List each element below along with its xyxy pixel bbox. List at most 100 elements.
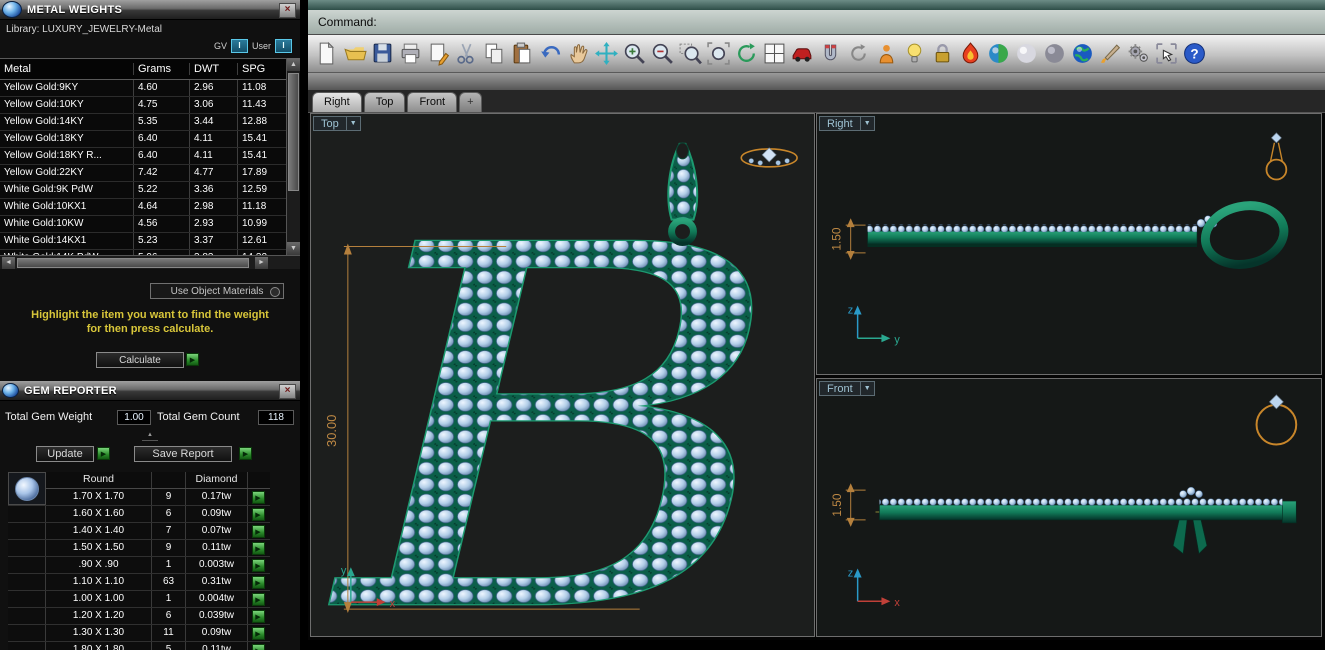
selection-target-icon[interactable] [1154, 41, 1179, 66]
open-file-icon[interactable] [342, 41, 367, 66]
scroll-left-icon[interactable]: ◄ [2, 257, 15, 269]
gem-row-detail-button[interactable]: ▶ [251, 559, 265, 572]
gem-row-detail-button[interactable]: ▶ [251, 610, 265, 623]
orange-figure-icon[interactable] [874, 41, 899, 66]
brush-icon[interactable] [1098, 41, 1123, 66]
viewport-top-label[interactable]: Top [313, 116, 347, 131]
metal-table-horizontal-scrollbar[interactable]: ◄ ► [0, 255, 300, 269]
viewport-right-label[interactable]: Right [819, 116, 861, 131]
update-arrow-button[interactable]: ▶ [97, 447, 110, 460]
help-icon[interactable]: ? [1182, 41, 1207, 66]
gem-table-row[interactable]: 1.00 X 1.00 1 0.004tw ▶ [8, 591, 270, 608]
gem-row-detail-button[interactable]: ▶ [251, 576, 265, 589]
gem-row-detail-button[interactable]: ▶ [251, 542, 265, 555]
metal-table-row[interactable]: White Gold:9K PdW 5.22 3.36 12.59 [0, 182, 286, 199]
chevron-down-icon[interactable]: ▼ [860, 116, 875, 131]
panel-collapse-handle[interactable]: ▲ [142, 431, 158, 441]
metal-table-row[interactable]: White Gold:10KW 4.56 2.93 10.99 [0, 216, 286, 233]
gem-row-detail-button[interactable]: ▶ [251, 525, 265, 538]
viewport-right[interactable]: Right ▼ 1.50 z y [816, 113, 1322, 375]
gem-table-row[interactable]: .90 X .90 1 0.003tw ▶ [8, 557, 270, 574]
new-file-icon[interactable] [314, 41, 339, 66]
gem-table-row[interactable]: 1.70 X 1.70 9 0.17tw ▶ [8, 489, 270, 506]
material-sphere-icon[interactable] [986, 41, 1011, 66]
metal-table-vertical-scrollbar[interactable]: ▲ ▼ [286, 58, 300, 255]
pendant-letter-b[interactable]: B [328, 141, 787, 636]
earth-icon[interactable] [1070, 41, 1095, 66]
pendant-front-side-view[interactable] [875, 486, 1297, 555]
gem-row-detail-button[interactable]: ▶ [251, 627, 265, 640]
gem-row-detail-button[interactable]: ▶ [251, 508, 265, 521]
zoom-window-icon[interactable] [678, 41, 703, 66]
metal-table-row[interactable]: Yellow Gold:14KY 5.35 3.44 12.88 [0, 114, 286, 131]
update-button[interactable]: Update [36, 446, 94, 462]
pendant-side-view[interactable] [867, 199, 1290, 272]
paste-icon[interactable] [510, 41, 535, 66]
chevron-down-icon[interactable]: ▼ [860, 381, 875, 396]
scroll-down-icon[interactable]: ▼ [287, 242, 300, 255]
gears-icon[interactable] [1126, 41, 1151, 66]
metal-table-row[interactable]: Yellow Gold:18KY 6.40 4.11 15.41 [0, 131, 286, 148]
gem-table-row[interactable]: 1.40 X 1.40 7 0.07tw ▶ [8, 523, 270, 540]
red-car-icon[interactable] [790, 41, 815, 66]
add-viewport-tab-button[interactable]: + [459, 92, 482, 112]
gem-row-detail-button[interactable]: ▶ [251, 593, 265, 606]
metal-column-header-dwt[interactable]: DWT [190, 63, 238, 75]
right-viewport-canvas[interactable]: 1.50 z y [817, 114, 1321, 374]
pan-icon[interactable] [566, 41, 591, 66]
undo-icon[interactable] [538, 41, 563, 66]
gem-table-row[interactable]: 1.50 X 1.50 9 0.11tw ▶ [8, 540, 270, 557]
light-bulb-icon[interactable] [902, 41, 927, 66]
copy-icon[interactable] [482, 41, 507, 66]
scrollbar-thumb[interactable] [17, 258, 249, 268]
metal-column-header-grams[interactable]: Grams [134, 63, 190, 75]
gem-row-detail-button[interactable]: ▶ [251, 491, 265, 504]
move-icon[interactable] [594, 41, 619, 66]
gem-preview-thumbnail[interactable] [8, 472, 46, 505]
scrollbar-thumb[interactable] [288, 73, 299, 191]
save-icon[interactable] [370, 41, 395, 66]
scroll-right-icon[interactable]: ► [255, 257, 268, 269]
viewport-top[interactable]: Top ▼ B 30.00 y x [310, 113, 815, 637]
gem-reporter-header[interactable]: GEM REPORTER [0, 381, 300, 401]
gem-table-row[interactable]: 1.10 X 1.10 63 0.31tw ▶ [8, 574, 270, 591]
print-icon[interactable] [398, 41, 423, 66]
magnet-icon[interactable] [818, 41, 843, 66]
metal-column-header-metal[interactable]: Metal [0, 63, 134, 75]
metal-table-row[interactable]: Yellow Gold:10KY 4.75 3.06 11.43 [0, 97, 286, 114]
zoom-dynamic-icon[interactable] [650, 41, 675, 66]
metal-table-row[interactable]: White Gold:10KX1 4.64 2.98 11.18 [0, 199, 286, 216]
gem-row-detail-button[interactable]: ▶ [251, 644, 265, 650]
viewport-front[interactable]: Front ▼ 1.50 z x [816, 378, 1322, 637]
gem-table-row[interactable]: 1.60 X 1.60 6 0.09tw ▶ [8, 506, 270, 523]
viewport-tab-front[interactable]: Front [407, 92, 458, 112]
gem-table-row[interactable]: 1.30 X 1.30 11 0.09tw ▶ [8, 625, 270, 642]
metal-table-row[interactable]: Yellow Gold:9KY 4.60 2.96 11.08 [0, 80, 286, 97]
sphere-light-icon[interactable] [1014, 41, 1039, 66]
metal-weights-header[interactable]: METAL WEIGHTS [0, 0, 300, 20]
cut-icon[interactable] [454, 41, 479, 66]
calculate-button[interactable]: Calculate [96, 352, 184, 368]
rotate-view-icon[interactable] [734, 41, 759, 66]
user-toggle-button[interactable]: I [275, 39, 292, 53]
viewport-tab-top[interactable]: Top [363, 92, 406, 112]
top-viewport-canvas[interactable]: B 30.00 y x [311, 114, 814, 636]
viewport-tab-right[interactable]: Right [312, 92, 362, 112]
command-bar[interactable]: Command: [308, 10, 1325, 35]
viewport-front-label[interactable]: Front [819, 381, 861, 396]
metal-weights-close-icon[interactable]: × [279, 3, 296, 18]
loop-arrow-icon[interactable] [846, 41, 871, 66]
calculate-arrow-button[interactable]: ▶ [186, 353, 199, 366]
metal-table-row[interactable]: Yellow Gold:18KY R... 6.40 4.11 15.41 [0, 148, 286, 165]
gem-table-row[interactable]: 1.20 X 1.20 6 0.039tw ▶ [8, 608, 270, 625]
save-report-arrow-button[interactable]: ▶ [239, 447, 252, 460]
sphere-dark-icon[interactable] [1042, 41, 1067, 66]
grid-view-icon[interactable] [762, 41, 787, 66]
metal-table-row[interactable]: Yellow Gold:22KY 7.42 4.77 17.89 [0, 165, 286, 182]
gem-reporter-close-icon[interactable]: × [279, 384, 296, 399]
use-object-materials-dropdown[interactable]: Use Object Materials [150, 283, 284, 299]
zoom-icon[interactable] [622, 41, 647, 66]
lock-icon[interactable] [930, 41, 955, 66]
gv-toggle-button[interactable]: I [230, 39, 248, 53]
scroll-up-icon[interactable]: ▲ [287, 58, 300, 71]
